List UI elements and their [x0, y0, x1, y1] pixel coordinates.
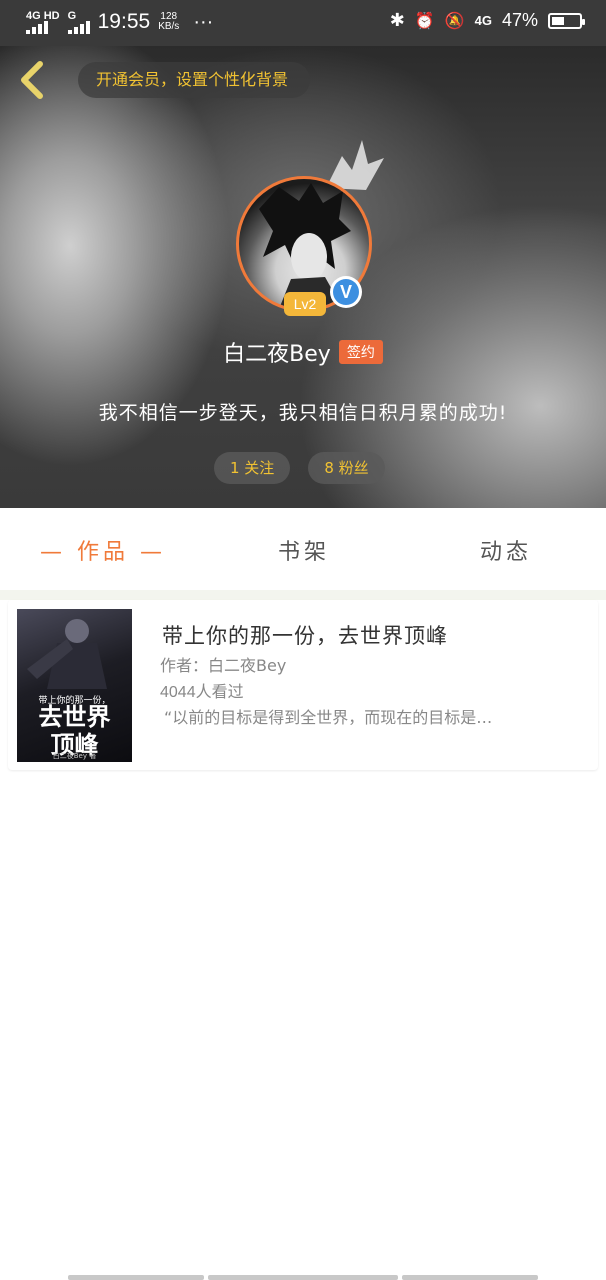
- following-button[interactable]: 1 关注: [214, 452, 291, 484]
- profile-tabs: — 作品 — 书架 动态: [0, 508, 606, 590]
- network-4g-label: 4G HD: [26, 9, 60, 22]
- more-notifications-icon: ···: [193, 10, 214, 33]
- book-title[interactable]: 带上你的那一份，去世界顶峰: [162, 620, 448, 650]
- status-right: ✱ ⏰ 🔕 4G 47%: [389, 10, 585, 31]
- verified-mark: V: [333, 279, 359, 305]
- network-4g-right: 4G: [474, 13, 492, 28]
- tab-bookshelf[interactable]: 书架: [278, 534, 330, 566]
- level-badge: Lv2: [284, 292, 326, 316]
- alarm-icon: ⏰: [414, 12, 435, 30]
- cover-title-line1: 去世界: [38, 702, 111, 731]
- vip-background-button[interactable]: 开通会员，设置个性化背景: [78, 62, 311, 98]
- network-g-indicator: G: [67, 9, 90, 34]
- book-description: “以前的目标是得到全世界，而现在的目标是…: [164, 708, 493, 727]
- mute-icon: 🔕: [444, 12, 465, 30]
- status-bar: 4G HD G 19:55 128 KB/s ··· ✱ ⏰ 🔕 4G 47%: [0, 0, 606, 46]
- status-left: 4G HD G 19:55 128 KB/s ···: [26, 10, 213, 34]
- signal-icon-2: [67, 20, 90, 34]
- tab-activity[interactable]: 动态: [480, 534, 532, 566]
- profile-header: 开通会员，设置个性化背景 Lv2 V 白二夜Bey 签约 我不相信一步登天，我只相…: [0, 46, 606, 508]
- book-author: 作者：白二夜Bey: [160, 656, 287, 675]
- net-speed-unit: KB/s: [158, 21, 180, 32]
- cover-author: 白二夜Bey 著: [52, 752, 97, 760]
- book-views: 4044人看过: [160, 684, 244, 701]
- bluetooth-icon: ✱: [389, 10, 405, 30]
- follow-stats: 1 关注 8 粉丝: [214, 452, 385, 484]
- nav-gesture-bar-right[interactable]: [402, 1275, 538, 1280]
- name-row: 白二夜Bey 签约: [0, 336, 606, 368]
- network-4g-indicator: 4G HD: [26, 9, 60, 34]
- user-bio: 我不相信一步登天，我只相信日积月累的成功!: [98, 402, 508, 424]
- book-card[interactable]: 带上你的那一份， 去世界 顶峰 白二夜Bey 著 带上你的那一份，去世界顶峰 作者…: [8, 600, 598, 770]
- followers-button[interactable]: 8 粉丝: [308, 452, 385, 484]
- nav-gesture-bar-center[interactable]: [208, 1275, 398, 1280]
- net-speed: 128 KB/s: [158, 12, 179, 32]
- signed-badge: 签约: [338, 340, 383, 364]
- network-g-label: G: [67, 9, 77, 22]
- signal-icon: [26, 20, 48, 34]
- battery-percent: 47%: [501, 10, 538, 30]
- nav-gesture-bar-left[interactable]: [68, 1275, 204, 1280]
- back-arrow-icon[interactable]: [14, 60, 50, 100]
- tab-divider: [0, 590, 606, 600]
- username: 白二夜Bey: [223, 342, 331, 367]
- battery-fill: [552, 16, 564, 25]
- tab-works[interactable]: — 作品 —: [40, 534, 166, 566]
- battery-icon: [548, 12, 585, 29]
- clock: 19:55: [97, 10, 151, 33]
- verified-badge-icon: V: [330, 276, 362, 308]
- book-cover[interactable]: 带上你的那一份， 去世界 顶峰 白二夜Bey 著: [17, 609, 132, 762]
